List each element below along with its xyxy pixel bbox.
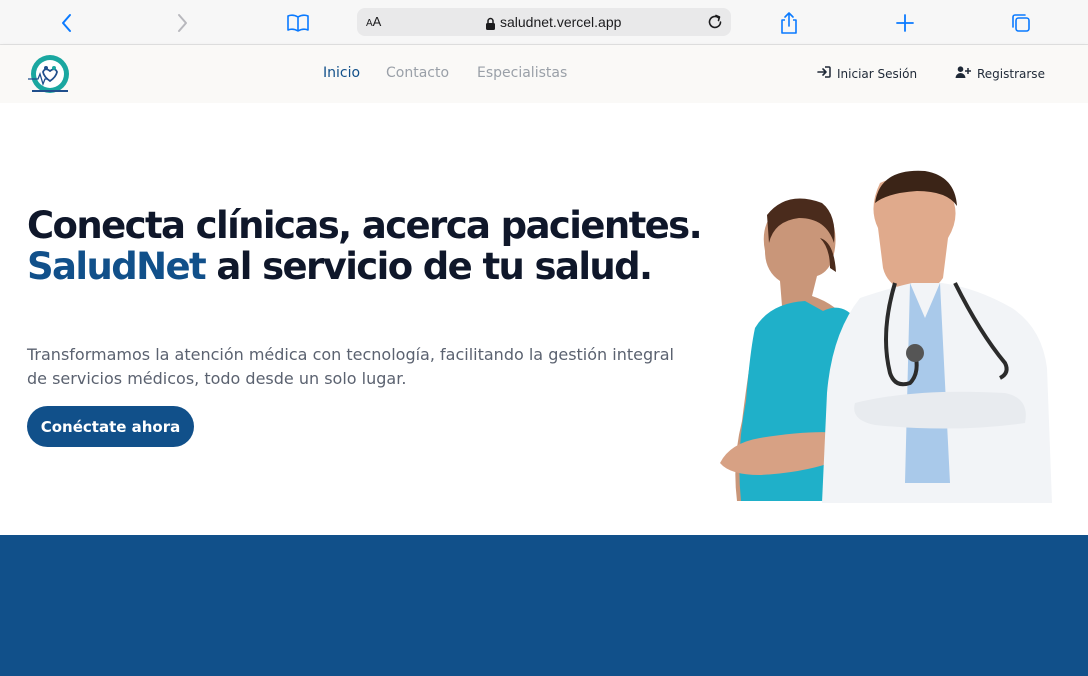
hero-section: Conecta clínicas, acerca pacientes. Salu…	[0, 103, 1088, 535]
forward-icon[interactable]	[170, 11, 194, 35]
login-icon	[817, 66, 831, 81]
hero-title-brand: SaludNet	[27, 245, 207, 288]
browser-toolbar: AA saludnet.vercel.app	[0, 0, 1088, 45]
nav-link-contacto[interactable]: Contacto	[386, 65, 449, 81]
url-text: saludnet.vercel.app	[500, 14, 622, 30]
hero-title-part1: Conecta clínicas, acerca pacientes.	[27, 204, 703, 247]
hero-title-part2: al servicio de tu salud.	[216, 245, 653, 288]
connect-now-button[interactable]: Conéctate ahora	[27, 406, 194, 447]
text-size-button[interactable]: AA	[366, 14, 381, 29]
site-navbar: Inicio Contacto Especialistas Iniciar Se…	[0, 45, 1088, 103]
lock-icon	[485, 15, 496, 34]
back-icon[interactable]	[55, 11, 79, 35]
blue-section-band	[0, 535, 1088, 676]
new-tab-icon[interactable]	[893, 11, 917, 35]
share-icon[interactable]	[777, 11, 801, 35]
address-bar[interactable]: AA saludnet.vercel.app	[357, 8, 731, 36]
nav-link-especialistas[interactable]: Especialistas	[477, 65, 567, 81]
nav-link-inicio[interactable]: Inicio	[323, 65, 360, 81]
reload-icon[interactable]	[705, 12, 725, 36]
register-label: Registrarse	[977, 66, 1045, 81]
user-plus-icon	[955, 66, 971, 81]
hero-subtitle: Transformamos la atención médica con tec…	[27, 345, 674, 388]
hero-title: Conecta clínicas, acerca pacientes. Salu…	[27, 205, 727, 287]
register-button[interactable]: Registrarse	[955, 66, 1045, 81]
saludnet-logo[interactable]	[24, 53, 76, 97]
login-label: Iniciar Sesión	[837, 66, 918, 81]
bookmarks-icon[interactable]	[286, 11, 310, 35]
tabs-icon[interactable]	[1009, 11, 1033, 35]
doctor-and-nurse-photo	[715, 163, 1065, 503]
login-button[interactable]: Iniciar Sesión	[817, 66, 917, 81]
